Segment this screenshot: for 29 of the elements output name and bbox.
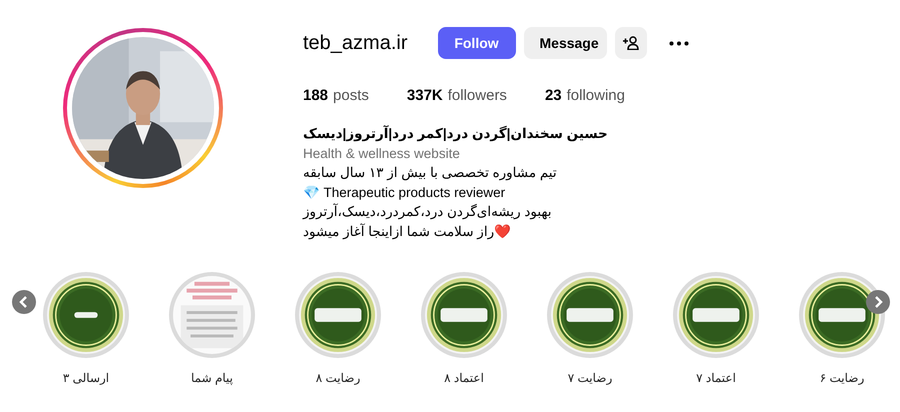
scroll-left-button[interactable] — [12, 290, 36, 314]
stat-count: 23 — [544, 87, 562, 104]
profile-category: Health & wellness website — [303, 144, 461, 162]
add-person-icon — [622, 36, 639, 50]
bio-line: 💎 Therapeutic products reviewer — [303, 184, 506, 202]
highlight-label: رضایت ۶ — [820, 371, 864, 385]
suggest-people-button[interactable] — [614, 27, 646, 59]
more-icon — [668, 40, 688, 46]
highlight-label: پیام شما — [190, 371, 234, 385]
chevron-right-icon — [873, 296, 883, 308]
stat-label: followers — [448, 87, 507, 104]
stat-label: posts — [333, 87, 369, 104]
highlight-label: اعتماد ۸ — [444, 371, 484, 385]
bio-line: تیم مشاوره تخصصی با بیش از ۱۳ سال سابقه — [303, 164, 557, 182]
highlight-label: رضایت ۷ — [568, 371, 612, 385]
chevron-left-icon — [19, 296, 29, 308]
username: teb_azma.ir — [303, 32, 408, 54]
highlight-label: رضایت ۸ — [316, 371, 360, 385]
highlight-label: اعتماد ۷ — [696, 371, 736, 385]
highlight-label: ارسالی ۳ — [62, 371, 110, 385]
message-button[interactable]: Message — [524, 27, 606, 59]
follow-button[interactable]: Follow — [438, 27, 516, 59]
bio-line: بهبود ریشه‌ای‌گردن درد،کمردرد،دیسک،آرتروز — [303, 202, 552, 222]
stat-count: 188 — [303, 87, 328, 104]
stat-label: following — [566, 87, 625, 104]
scroll-right-button[interactable] — [866, 290, 890, 314]
stat-count: 337K — [406, 87, 443, 104]
profile-name: حسین سخندان|گردن درد|کمر درد|آرتروز|دیسک — [303, 124, 608, 144]
bio-line: ❤راز سلامت شما ازاینجا آغاز میشود — [303, 222, 512, 241]
